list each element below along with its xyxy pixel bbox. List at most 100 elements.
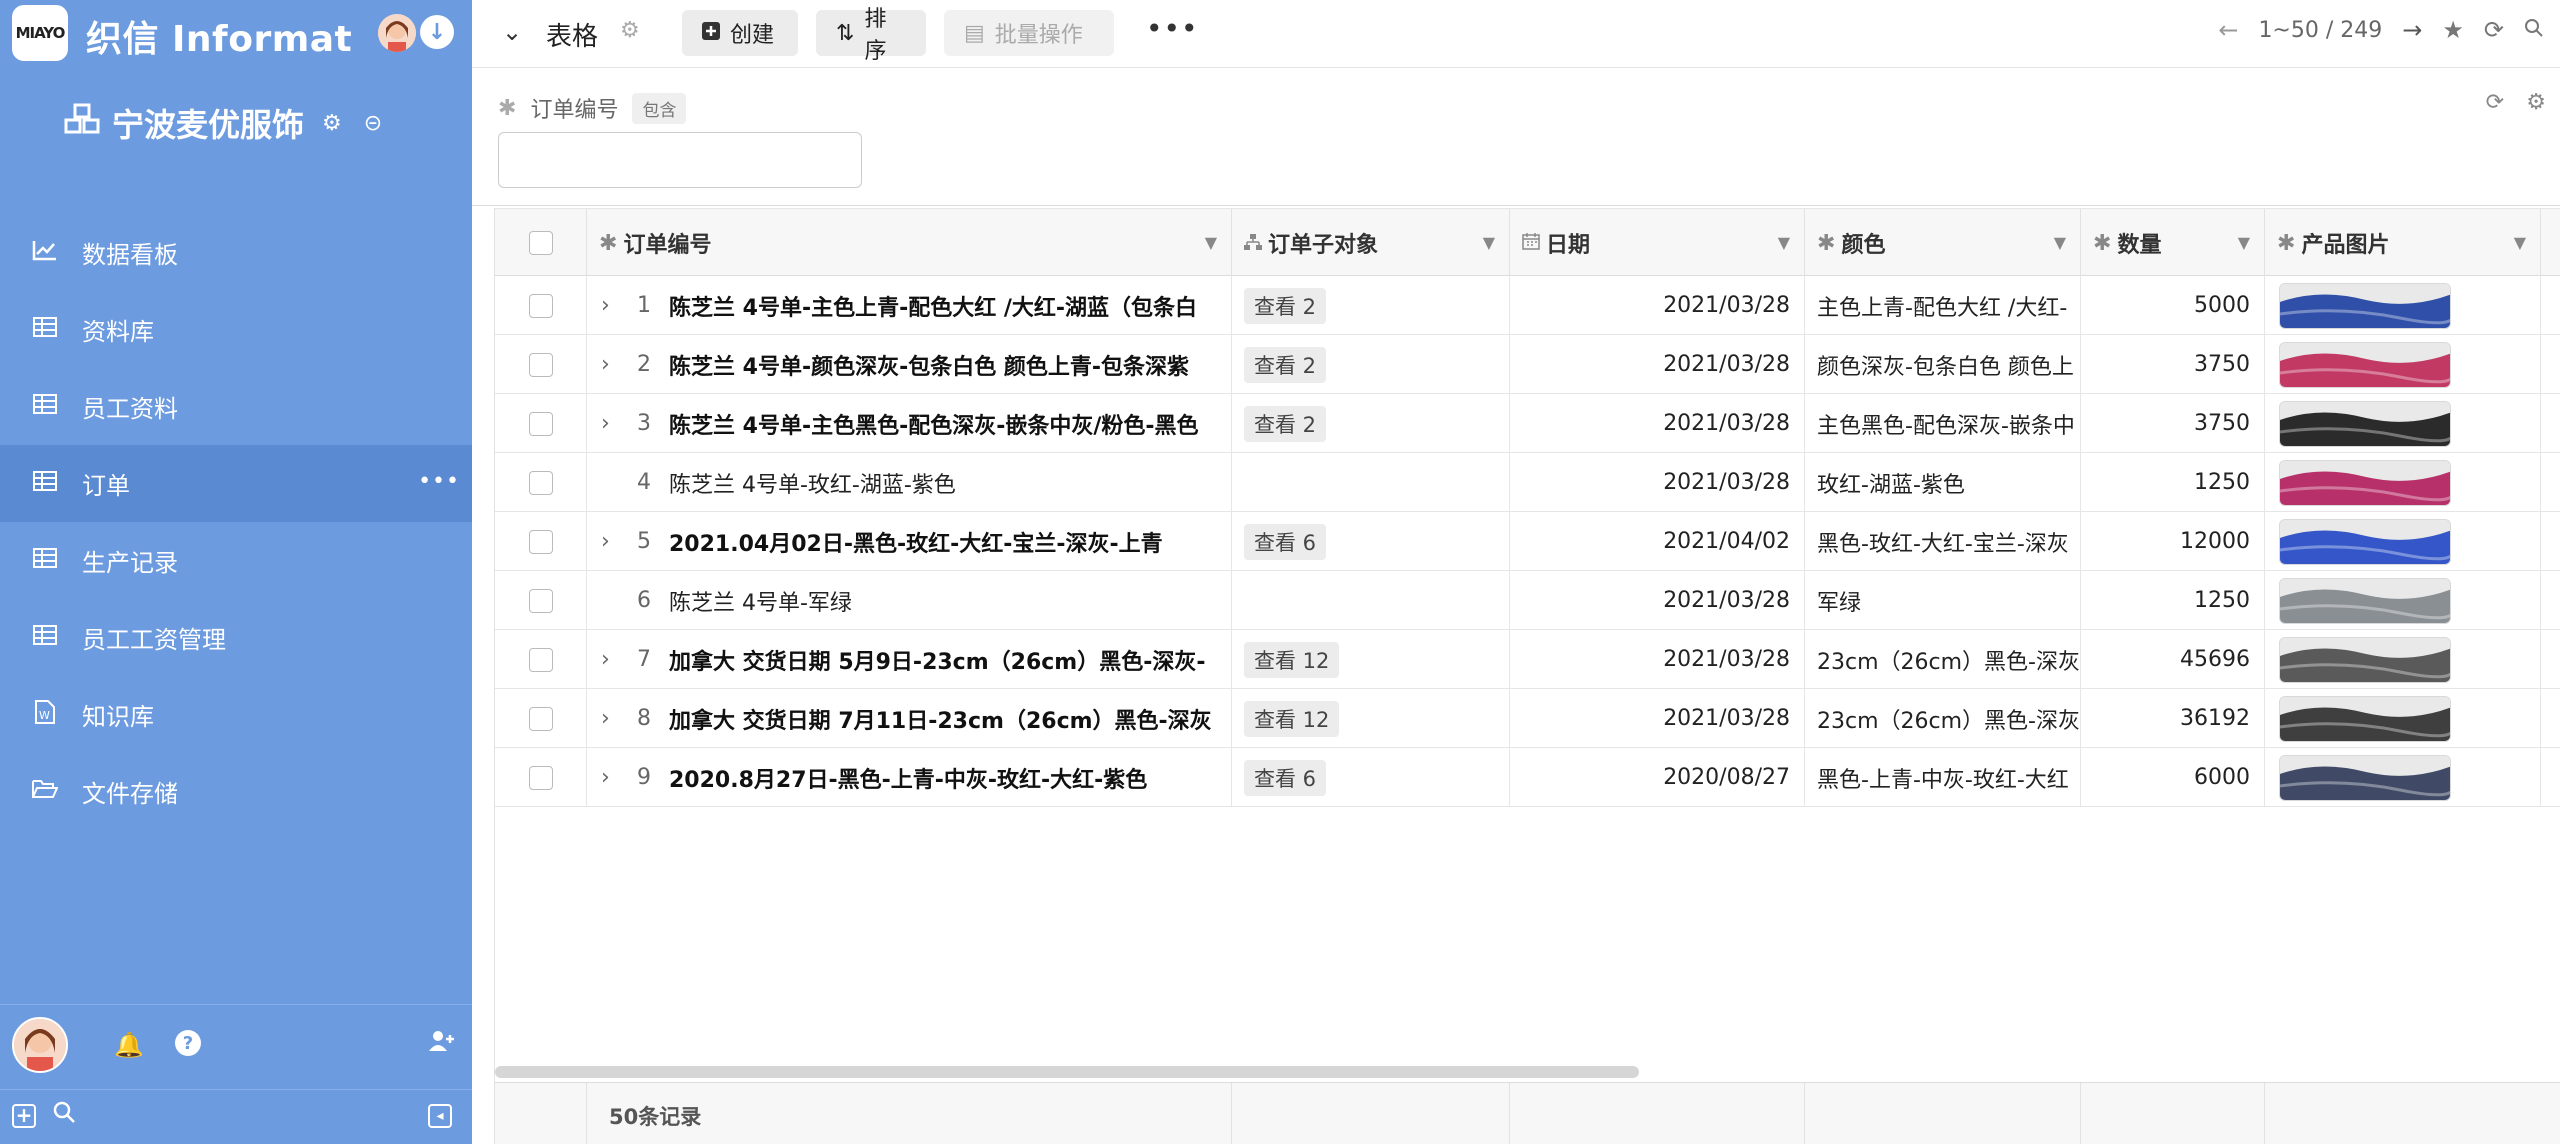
sub-object-cell[interactable] bbox=[1232, 571, 1510, 630]
sidebar-item-production[interactable]: 生产记录 bbox=[0, 522, 472, 599]
workflow-icon[interactable]: ⚙ bbox=[620, 18, 640, 43]
next-page-icon[interactable]: → bbox=[2402, 16, 2422, 44]
date-cell[interactable]: 2021/03/28 bbox=[1510, 630, 1805, 689]
date-cell[interactable]: 2021/03/28 bbox=[1510, 335, 1805, 394]
star-icon[interactable]: ★ bbox=[2442, 16, 2464, 44]
table-row[interactable]: › 7 加拿大 交货日期 5月9日-23cm（26cm）黑色-深灰- 查看 12… bbox=[495, 630, 2560, 689]
prev-page-icon[interactable]: ← bbox=[2218, 16, 2238, 44]
add-icon[interactable]: + bbox=[12, 1104, 36, 1128]
select-all-checkbox[interactable] bbox=[528, 231, 553, 255]
product-image-cell[interactable] bbox=[2265, 512, 2541, 571]
color-cell[interactable]: 玫红-湖蓝-紫色 bbox=[1805, 453, 2081, 512]
batch-operations-button[interactable]: ▤ 批量操作 bbox=[944, 10, 1114, 56]
table-row[interactable]: › 5 2021.04月02日-黑色-玫红-大红-宝兰-深灰-上青 查看 6 2… bbox=[495, 512, 2560, 571]
sidebar-item-dashboard[interactable]: 数据看板 bbox=[0, 214, 472, 291]
product-thumbnail[interactable] bbox=[2279, 518, 2451, 565]
date-cell[interactable]: 2021/03/28 bbox=[1510, 276, 1805, 335]
date-cell[interactable]: 2021/03/28 bbox=[1510, 394, 1805, 453]
chevron-right-icon[interactable]: › bbox=[601, 647, 627, 672]
order-no-cell[interactable]: › 3 陈芝兰 4号单-主色黑色-配色深灰-嵌条中灰/粉色-黑色 bbox=[587, 394, 1232, 453]
sub-object-cell[interactable]: 查看 12 bbox=[1232, 630, 1510, 689]
product-image-cell[interactable] bbox=[2265, 453, 2541, 512]
color-cell[interactable]: 黑色-玫红-大红-宝兰-深灰 bbox=[1805, 512, 2081, 571]
product-thumbnail[interactable] bbox=[2279, 636, 2451, 683]
row-checkbox[interactable] bbox=[528, 293, 553, 318]
date-cell[interactable]: 2020/08/27 bbox=[1510, 748, 1805, 807]
column-header-quantity[interactable]: ✱ 数量 ▼ bbox=[2081, 209, 2265, 277]
quantity-cell[interactable]: 12000 bbox=[2081, 512, 2265, 571]
product-image-cell[interactable] bbox=[2265, 748, 2541, 807]
column-header-product-image[interactable]: ✱ 产品图片 ▼ bbox=[2265, 209, 2541, 277]
column-header-sub-object[interactable]: 订单子对象 ▼ bbox=[1232, 209, 1510, 277]
chevron-down-icon[interactable]: ⌄ bbox=[502, 18, 522, 46]
sub-object-cell[interactable]: 查看 6 bbox=[1232, 748, 1510, 807]
table-row[interactable]: › 3 陈芝兰 4号单-主色黑色-配色深灰-嵌条中灰/粉色-黑色 查看 2 20… bbox=[495, 394, 2560, 453]
product-thumbnail[interactable] bbox=[2279, 341, 2451, 388]
workspace-name[interactable]: 宁波麦优服饰 bbox=[112, 100, 304, 146]
filter-input[interactable] bbox=[498, 132, 862, 188]
view-sub-objects-tag[interactable]: 查看 6 bbox=[1244, 759, 1327, 796]
gear-icon[interactable]: ⚙ bbox=[2526, 90, 2546, 115]
sub-object-cell[interactable]: 查看 2 bbox=[1232, 394, 1510, 453]
table-row[interactable]: › 9 2020.8月27日-黑色-上青-中灰-玫红-大红-紫色 查看 6 20… bbox=[495, 748, 2560, 807]
color-cell[interactable]: 军绿 bbox=[1805, 571, 2081, 630]
order-no-cell[interactable]: › 9 2020.8月27日-黑色-上青-中灰-玫红-大红-紫色 bbox=[587, 748, 1232, 807]
view-sub-objects-tag[interactable]: 查看 2 bbox=[1244, 405, 1327, 442]
collapse-sidebar-icon[interactable]: ◂ bbox=[428, 1104, 452, 1128]
row-checkbox[interactable] bbox=[528, 647, 553, 672]
date-cell[interactable]: 2021/03/28 bbox=[1510, 689, 1805, 748]
sub-object-cell[interactable] bbox=[1232, 453, 1510, 512]
chevron-right-icon[interactable]: › bbox=[601, 352, 627, 377]
product-thumbnail[interactable] bbox=[2279, 754, 2451, 801]
column-header-color[interactable]: ✱ 颜色 ▼ bbox=[1805, 209, 2081, 277]
row-checkbox[interactable] bbox=[528, 411, 553, 436]
product-thumbnail[interactable] bbox=[2279, 459, 2451, 506]
sidebar-item-files[interactable]: 文件存储 bbox=[0, 753, 472, 830]
bell-icon[interactable]: 🔔 bbox=[114, 1031, 144, 1059]
date-cell[interactable]: 2021/03/28 bbox=[1510, 571, 1805, 630]
sort-button[interactable]: ⇅ 排序 bbox=[816, 7, 926, 64]
date-cell[interactable]: 2021/04/02 bbox=[1510, 512, 1805, 571]
app-logo[interactable]: MIAYO bbox=[12, 5, 68, 61]
quantity-cell[interactable]: 3750 bbox=[2081, 394, 2265, 453]
view-sub-objects-tag[interactable]: 查看 12 bbox=[1244, 641, 1340, 678]
order-no-cell[interactable]: › 8 加拿大 交货日期 7月11日-23cm（26cm）黑色-深灰 bbox=[587, 689, 1232, 748]
product-image-cell[interactable] bbox=[2265, 630, 2541, 689]
horizontal-scrollbar[interactable] bbox=[495, 1066, 1639, 1078]
row-checkbox[interactable] bbox=[528, 706, 553, 731]
chevron-right-icon[interactable]: › bbox=[601, 293, 627, 318]
table-row[interactable]: › 2 陈芝兰 4号单-颜色深灰-包条白色 颜色上青-包条深紫 查看 2 202… bbox=[495, 335, 2560, 394]
current-user-avatar[interactable] bbox=[12, 1017, 68, 1073]
table-row[interactable]: › 1 陈芝兰 4号单-主色上青-配色大红 /大红-湖蓝（包条白 查看 2 20… bbox=[495, 276, 2560, 335]
more-icon[interactable]: ••• bbox=[418, 469, 460, 494]
product-image-cell[interactable] bbox=[2265, 689, 2541, 748]
sub-object-cell[interactable]: 查看 2 bbox=[1232, 276, 1510, 335]
chevron-right-icon[interactable]: › bbox=[601, 706, 627, 731]
sub-object-cell[interactable]: 查看 2 bbox=[1232, 335, 1510, 394]
workspace-exit-icon[interactable]: ⊝ bbox=[364, 111, 382, 136]
row-checkbox[interactable] bbox=[528, 588, 553, 613]
sidebar-item-orders[interactable]: 订单 ••• bbox=[0, 445, 472, 522]
product-thumbnail[interactable] bbox=[2279, 282, 2451, 329]
table-row[interactable]: 4 陈芝兰 4号单-玫红-湖蓝-紫色 2021/03/28 玫红-湖蓝-紫色 1… bbox=[495, 453, 2560, 512]
view-sub-objects-tag[interactable]: 查看 6 bbox=[1244, 523, 1327, 560]
sidebar-item-library[interactable]: 资料库 bbox=[0, 291, 472, 368]
more-options-icon[interactable]: ••• bbox=[1146, 12, 1199, 45]
quantity-cell[interactable]: 36192 bbox=[2081, 689, 2265, 748]
quantity-cell[interactable]: 5000 bbox=[2081, 276, 2265, 335]
order-no-cell[interactable]: › 1 陈芝兰 4号单-主色上青-配色大红 /大红-湖蓝（包条白 bbox=[587, 276, 1232, 335]
view-sub-objects-tag[interactable]: 查看 2 bbox=[1244, 346, 1327, 383]
caret-down-icon[interactable]: ▼ bbox=[1778, 233, 1790, 252]
sidebar-item-staff[interactable]: 员工资料 bbox=[0, 368, 472, 445]
search-icon[interactable] bbox=[52, 1100, 76, 1131]
row-checkbox[interactable] bbox=[528, 352, 553, 377]
chevron-right-icon[interactable]: › bbox=[601, 411, 627, 436]
product-image-cell[interactable] bbox=[2265, 571, 2541, 630]
date-cell[interactable]: 2021/03/28 bbox=[1510, 453, 1805, 512]
column-header-order-no[interactable]: ✱ 订单编号 ▼ bbox=[587, 209, 1232, 277]
caret-down-icon[interactable]: ▼ bbox=[2514, 233, 2526, 252]
color-cell[interactable]: 颜色深灰-包条白色 颜色上 bbox=[1805, 335, 2081, 394]
sub-object-cell[interactable]: 查看 12 bbox=[1232, 689, 1510, 748]
refresh-icon[interactable]: ⟳ bbox=[2484, 16, 2504, 44]
row-checkbox[interactable] bbox=[528, 470, 553, 495]
